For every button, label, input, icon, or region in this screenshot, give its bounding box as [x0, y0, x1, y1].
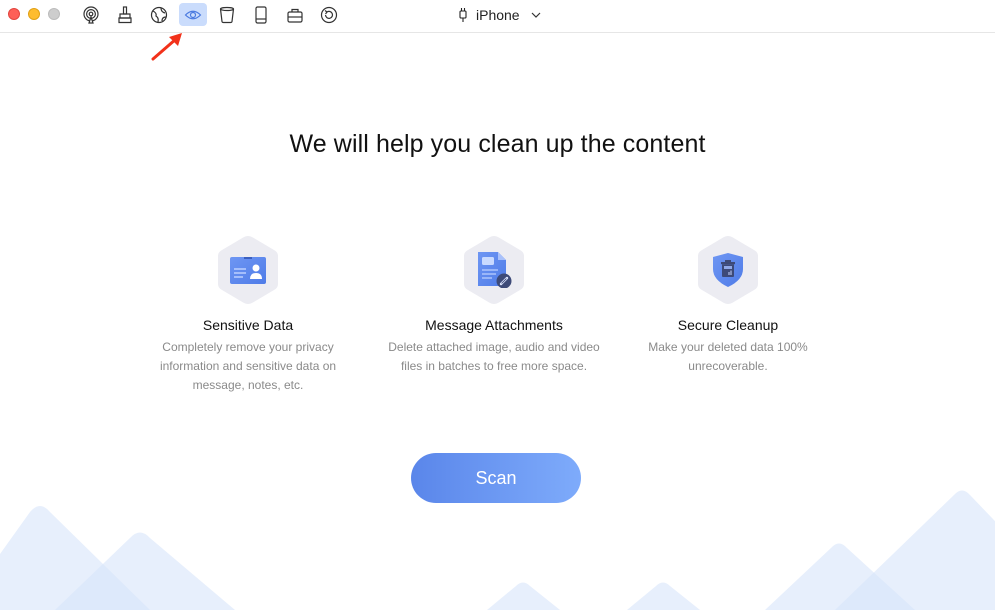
feature-description: Delete attached image, audio and video f… [388, 340, 600, 373]
device-selector[interactable]: iPhone [458, 5, 542, 25]
secure-shield-icon [713, 253, 743, 287]
feature-sensitive-data: Sensitive Data Completely remove your pr… [133, 234, 363, 395]
feature-secure-cleanup: Secure Cleanup Make your deleted data 10… [613, 234, 843, 376]
toolbox-icon [287, 8, 303, 23]
feature-title: Sensitive Data [202, 317, 294, 333]
scan-button[interactable]: Scan [411, 453, 581, 503]
tool-browser[interactable] [145, 3, 173, 26]
id-card-icon [230, 257, 266, 284]
window-minimize-button[interactable] [28, 8, 40, 20]
airplay-icon [83, 5, 99, 24]
cleaner-brush-icon [118, 5, 132, 23]
mountain [765, 543, 915, 610]
mountain [627, 582, 700, 610]
device-icon [255, 5, 267, 24]
lightning-cable-icon [459, 8, 467, 22]
chevron-down-icon [531, 12, 541, 18]
mountain [835, 490, 995, 610]
tool-trash[interactable] [213, 3, 241, 26]
feature-message-attachments: Message Attachments Delete attached imag… [379, 234, 609, 376]
tool-device[interactable] [247, 3, 275, 26]
mountain [55, 532, 235, 610]
privacy-eye-icon [184, 10, 202, 19]
feature-title: Secure Cleanup [677, 317, 779, 333]
window-maximize-button[interactable] [48, 8, 60, 20]
globe-icon [150, 6, 168, 23]
trash-bin-icon [219, 6, 235, 23]
mountain [0, 506, 150, 610]
annotation-arrow-icon [151, 33, 182, 61]
tool-airplay[interactable] [77, 3, 105, 26]
feature-title: Message Attachments [425, 317, 563, 333]
restore-icon [320, 6, 338, 23]
tool-privacy[interactable] [179, 3, 207, 26]
tool-cleaner[interactable] [111, 3, 139, 26]
tool-toolbox[interactable] [281, 3, 309, 26]
title-bar: iPhone [0, 0, 995, 33]
tool-restore[interactable] [315, 3, 343, 26]
page-headline: We will help you clean up the content [289, 130, 706, 158]
attachment-document-icon [478, 252, 512, 288]
window-close-button[interactable] [8, 8, 20, 20]
device-name: iPhone [476, 7, 520, 23]
feature-description: Make your deleted data 100% unrecoverabl… [648, 340, 808, 373]
feature-description: Completely remove your privacy informati… [159, 340, 337, 392]
mountain [487, 582, 560, 610]
